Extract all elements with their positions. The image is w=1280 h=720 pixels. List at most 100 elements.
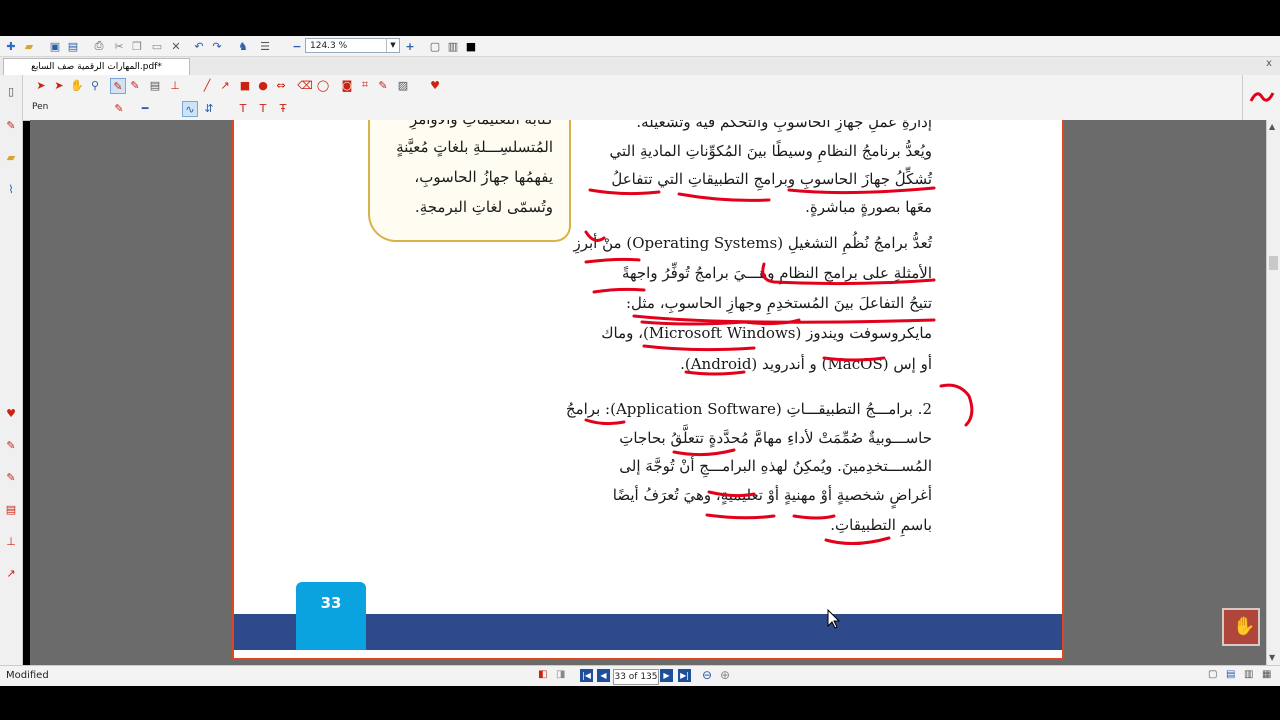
history-back-icon[interactable]: ⊖ [702,668,712,682]
highlight-panel-icon[interactable]: ✎ [4,471,18,485]
pen-stroke [761,262,936,286]
zoom-value: 124.3 % [310,41,348,51]
pen-panel-icon[interactable]: ✎ [4,439,18,453]
bookmark-icon[interactable]: ✎ [4,119,18,133]
copy-icon[interactable]: ❐ [130,39,144,53]
find-icon[interactable]: ♞ [236,39,250,53]
annotation-toolbar: ➤ ➤ ✋ ⚲ ✎ ✎ ▤ ⊥ ╱ ↗ ■ ● ⇔ ⌫ ◯ ◙ ⌗ ✎ ▨ ♥ … [22,75,1242,121]
hand-icon: ✋ [1233,616,1256,637]
pen-stroke-preview-icon [1249,92,1275,102]
previous-page-icon[interactable]: ◀ [597,669,610,682]
attach-icon[interactable]: ✎ [376,78,390,92]
paste-icon[interactable]: ▭ [150,39,164,53]
text-strike-icon[interactable]: T [256,101,270,115]
arrow-panel-icon[interactable]: ↗ [4,567,18,581]
vertical-scrollbar[interactable]: ▲ ▼ [1266,120,1280,665]
continuous-view-icon[interactable]: ▤ [1226,669,1235,680]
page-number-input[interactable]: 33 of 135 [613,669,659,685]
document-tab[interactable]: المهارات الرقمية صف السابع.pdf* [3,58,190,75]
main-toolbar: ✚ ▰ ▣ ▤ ⎙ ✂ ❐ ▭ ✕ ↶ ↷ ♞ ☰ − 124.3 % ▼ + … [0,36,1280,57]
pen-stroke [632,314,936,324]
lasso-icon[interactable]: ◯ [316,78,330,92]
text-panel-icon[interactable]: ▤ [4,503,18,517]
undo-icon[interactable]: ↶ [192,39,206,53]
save-icon[interactable]: ▣ [48,39,62,53]
floating-hand-button[interactable]: ✋ [1222,608,1260,646]
snapshot-icon[interactable]: ◙ [340,78,354,92]
pen-stroke [824,536,891,546]
last-page-icon[interactable]: ▶| [678,669,691,682]
page-back-icon[interactable]: ◧ [538,669,547,680]
text-box-icon[interactable]: ▤ [148,78,162,92]
line-width-icon[interactable]: ━ [138,101,152,115]
pen-stroke [584,257,641,264]
pen-color-icon[interactable]: ✎ [112,101,126,115]
eraser-icon[interactable]: ⌫ [297,78,313,92]
pen-stroke [584,230,606,242]
smooth-pen-icon[interactable]: ∿ [182,101,198,117]
line-tool-icon[interactable]: ╱ [200,78,214,92]
delete-icon[interactable]: ✕ [169,39,183,53]
new-document-icon[interactable]: ✚ [4,39,18,53]
pen-preview-panel [1242,75,1280,120]
pen-stroke [707,490,756,498]
chevron-down-icon[interactable]: ▼ [386,39,399,52]
print-icon[interactable]: ⎙ [92,39,106,53]
zoom-tool-icon[interactable]: ⚲ [88,78,102,92]
zoom-out-icon[interactable]: − [290,39,304,53]
scroll-up-icon[interactable]: ▲ [1269,122,1275,131]
facing-view-icon[interactable]: ▥ [1244,669,1253,680]
pen-pressure-icon[interactable]: ⇵ [202,101,216,115]
redo-icon[interactable]: ↷ [210,39,224,53]
highlighter-icon[interactable]: ✎ [128,78,142,92]
select-arrow-icon[interactable]: ➤ [34,78,48,92]
pen-stroke [677,192,771,202]
image-insert-icon[interactable]: ▨ [396,78,410,92]
pen-stroke [592,287,646,294]
scroll-thumb[interactable] [1269,256,1278,270]
full-screen-icon[interactable]: ■ [464,39,478,53]
stamp-icon[interactable]: ⊥ [168,78,182,92]
page-thumbnail-icon[interactable]: ▯ [4,85,18,99]
hand-tool-icon[interactable]: ✋ [70,78,84,92]
pdf-page[interactable]: كتابة التعليماتِ والأوامرِ المُتسلسِـــل… [232,120,1064,660]
cut-icon[interactable]: ✂ [112,39,126,53]
favorites-heart-icon[interactable]: ♥ [428,78,442,92]
stamp-panel-icon[interactable]: ⊥ [4,535,18,549]
mouse-cursor-icon [827,608,841,629]
save-as-icon[interactable]: ▤ [66,39,80,53]
favorites-panel-icon[interactable]: ♥ [4,407,18,421]
history-forward-icon[interactable]: ⊕ [720,668,730,682]
pen-stroke [822,356,886,362]
fit-width-icon[interactable]: ▥ [446,39,460,53]
text-underline-icon[interactable]: Ŧ [276,101,290,115]
page-number: 33 [320,594,342,612]
measure-icon[interactable]: ⇔ [274,78,288,92]
scroll-down-icon[interactable]: ▼ [1269,653,1275,662]
page-forward-icon[interactable]: ◨ [556,669,565,680]
attachments-icon[interactable]: ⌇ [4,183,18,197]
open-folder-icon[interactable]: ▰ [22,39,36,53]
zoom-select[interactable]: 124.3 % ▼ [305,38,400,53]
select-text-icon[interactable]: ➤ [52,78,66,92]
page-number-box [296,582,366,650]
pen-stroke [584,418,626,426]
pen-tool-icon[interactable]: ✎ [110,78,126,94]
arrow-tool-icon[interactable]: ↗ [218,78,232,92]
ellipse-tool-icon[interactable]: ● [256,78,270,92]
document-tab-title: المهارات الرقمية صف السابع.pdf* [31,62,162,72]
document-tab-bar: المهارات الرقمية صف السابع.pdf* x [0,57,1280,76]
text-format-icon[interactable]: T [236,101,250,115]
facing-continuous-view-icon[interactable]: ▦ [1262,669,1271,680]
first-page-icon[interactable]: |◀ [580,669,593,682]
fit-page-icon[interactable]: ▢ [428,39,442,53]
zoom-in-icon[interactable]: + [403,39,417,53]
close-tab-icon[interactable]: x [1266,58,1272,69]
crop-icon[interactable]: ⌗ [358,78,372,92]
current-tool-label: Pen [32,102,49,112]
single-page-view-icon[interactable]: ▢ [1208,669,1217,680]
properties-icon[interactable]: ☰ [258,39,272,53]
rectangle-tool-icon[interactable]: ■ [238,78,252,92]
folder-icon[interactable]: ▰ [4,151,18,165]
next-page-icon[interactable]: ▶ [660,669,673,682]
